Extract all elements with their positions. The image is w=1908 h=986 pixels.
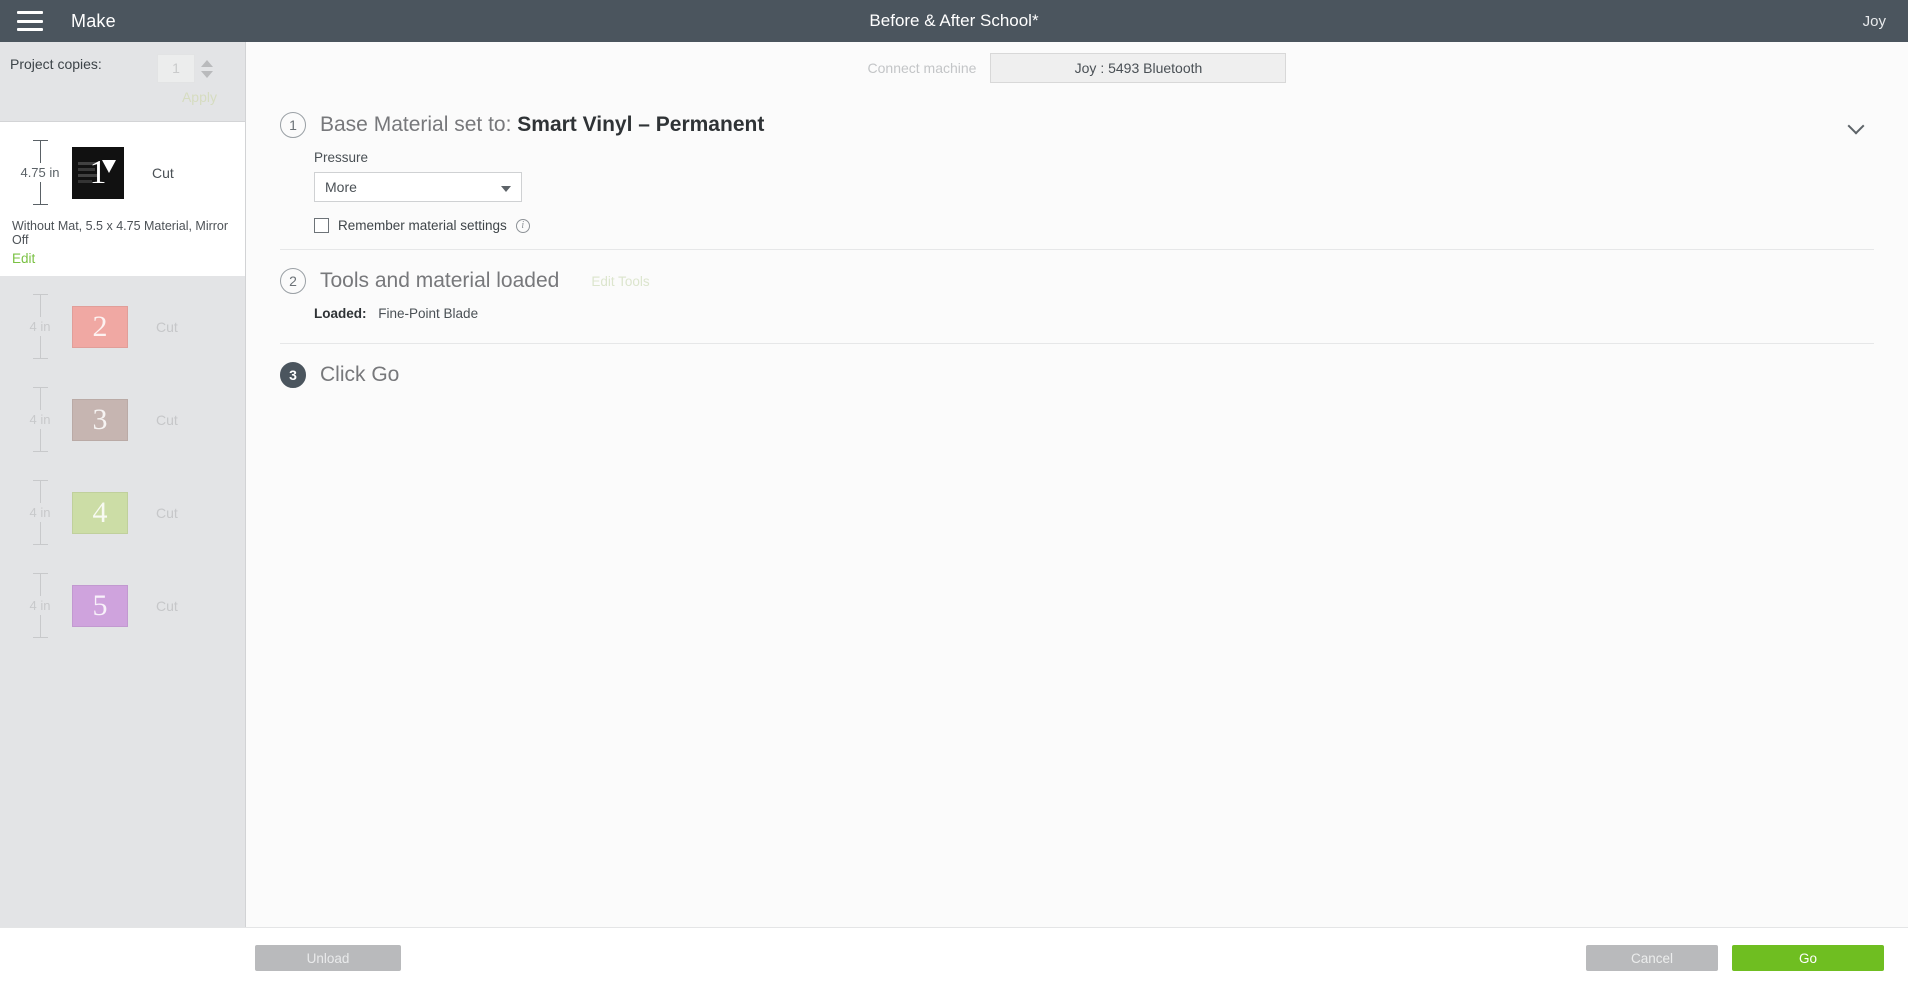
leaf-icon <box>102 159 116 173</box>
mat-dimension: 4 in <box>12 480 68 545</box>
pressure-select[interactable]: More <box>314 172 522 202</box>
dimension-tick-bottom-icon <box>32 629 48 638</box>
pressure-label: Pressure <box>314 150 369 165</box>
mat-dimension-label: 4 in <box>29 505 51 520</box>
step-click-go: 3 Click Go <box>280 344 1874 400</box>
step-number-3: 3 <box>280 362 306 388</box>
bottom-action-bar: Unload Cancel Go <box>0 927 1908 986</box>
dimension-tick-bottom-icon <box>32 536 48 545</box>
mat-dimension-label: 4.75 in <box>20 165 60 180</box>
connect-machine-label: Connect machine <box>867 60 977 76</box>
project-copies-panel: Project copies: 1 Apply <box>0 42 245 122</box>
title-bar: Make Before & After School* Joy <box>0 0 1908 42</box>
remember-material-settings-label: Remember material settings <box>338 218 507 233</box>
mat-thumbnail[interactable]: 5 <box>72 584 128 627</box>
step-number-1: 1 <box>280 112 306 138</box>
step-1-body: Pressure More Remember material settings… <box>280 150 1874 249</box>
connect-machine-bar: Connect machine Joy : 5493 Bluetooth <box>246 42 1908 94</box>
main-panel: Connect machine Joy : 5493 Bluetooth 1 B… <box>246 42 1908 927</box>
mat-row[interactable]: 4 in 5 Cut <box>0 555 245 648</box>
dimension-tick-bottom-icon <box>32 196 48 205</box>
step-title-prefix: Base Material set to: <box>320 113 512 136</box>
caret-down-icon <box>501 186 511 192</box>
mat-operation-label: Cut <box>152 164 174 181</box>
base-material-value: Smart Vinyl – Permanent <box>517 113 765 136</box>
edit-tools-button[interactable]: Edit Tools <box>591 274 649 289</box>
apply-copies-button[interactable]: Apply <box>182 89 217 105</box>
mat-row[interactable]: 4.75 in 1 Cut Without Mat, 5.5 x 4.75 Ma… <box>0 122 245 276</box>
dimension-tick-top-icon <box>32 140 48 149</box>
edit-mat-button[interactable]: Edit <box>12 251 233 266</box>
info-icon[interactable]: i <box>515 218 530 233</box>
step-title-2: Tools and material loaded <box>320 269 560 292</box>
stepper-up-icon[interactable] <box>201 59 213 67</box>
mat-number: 3 <box>92 402 108 436</box>
loaded-label: Loaded: <box>314 306 367 321</box>
steps-container: 1 Base Material set to: Smart Vinyl – Pe… <box>246 94 1908 400</box>
dimension-tick-bottom-icon <box>32 443 48 452</box>
stepper-down-icon[interactable] <box>201 70 213 78</box>
mat-dimension: 4 in <box>12 573 68 638</box>
mat-number: 2 <box>92 309 108 343</box>
mat-row[interactable]: 4 in 4 Cut <box>0 462 245 555</box>
mat-operation-label: Cut <box>156 597 178 614</box>
mat-list: 4.75 in 1 Cut Without Mat, 5.5 x 4.75 Ma… <box>0 122 245 648</box>
mat-sidebar: Project copies: 1 Apply 4.75 in 1 Cut Wi… <box>0 42 246 927</box>
step-number-2: 2 <box>280 268 306 294</box>
remember-material-settings-checkbox[interactable] <box>314 218 329 233</box>
mat-row[interactable]: 4 in 3 Cut <box>0 369 245 462</box>
mat-dimension: 4 in <box>12 294 68 359</box>
dimension-tick-top-icon <box>32 387 48 396</box>
mat-dimension: 4.75 in <box>12 140 68 205</box>
make-screen: Make Before & After School* Joy Project … <box>0 0 1908 986</box>
cancel-button[interactable]: Cancel <box>1586 945 1718 971</box>
mat-dimension-label: 4 in <box>29 598 51 613</box>
mat-material-summary: Without Mat, 5.5 x 4.75 Material, Mirror… <box>12 219 229 247</box>
machine-select[interactable]: Joy : 5493 Bluetooth <box>990 53 1287 83</box>
mat-thumbnail[interactable]: 3 <box>72 398 128 441</box>
page-title: Before & After School* <box>869 11 1039 30</box>
step-title-1: Base Material set to: Smart Vinyl – Perm… <box>320 113 764 137</box>
dimension-tick-bottom-icon <box>32 350 48 359</box>
dimension-tick-top-icon <box>32 294 48 303</box>
remember-settings-row: Remember material settings i <box>314 218 1874 233</box>
mat-number: 4 <box>92 495 108 529</box>
dimension-tick-top-icon <box>32 480 48 489</box>
app-mode-label: Make <box>71 10 116 31</box>
dimension-tick-top-icon <box>32 573 48 582</box>
loaded-tool-line: Loaded: Fine-Point Blade <box>280 306 1874 325</box>
mat-operation-label: Cut <box>156 411 178 428</box>
mat-row[interactable]: 4 in 2 Cut <box>0 276 245 369</box>
mat-thumbnail[interactable]: 1 <box>72 146 124 199</box>
step-title-3: Click Go <box>320 363 400 386</box>
unload-button[interactable]: Unload <box>255 945 401 971</box>
machine-select-value: Joy : 5493 Bluetooth <box>1074 60 1203 76</box>
mat-dimension: 4 in <box>12 387 68 452</box>
mat-dimension-label: 4 in <box>29 412 51 427</box>
account-menu[interactable]: Joy <box>1863 13 1886 30</box>
mat-operation-label: Cut <box>156 318 178 335</box>
mat-operation-label: Cut <box>156 504 178 521</box>
project-copies-stepper[interactable] <box>197 54 217 83</box>
go-button[interactable]: Go <box>1732 945 1884 971</box>
step-tools-loaded: 2 Tools and material loaded Edit Tools L… <box>280 250 1874 344</box>
project-copies-label: Project copies: <box>10 56 102 72</box>
mat-dimension-label: 4 in <box>29 319 51 334</box>
mat-number: 5 <box>92 588 108 622</box>
chevron-down-icon[interactable] <box>1848 118 1864 134</box>
mat-thumbnail[interactable]: 4 <box>72 491 128 534</box>
mat-thumbnail[interactable]: 2 <box>72 305 128 348</box>
loaded-tool-value: Fine-Point Blade <box>378 306 479 321</box>
step-base-material: 1 Base Material set to: Smart Vinyl – Pe… <box>280 94 1874 250</box>
hamburger-icon[interactable] <box>17 11 43 31</box>
project-copies-input[interactable]: 1 <box>157 54 195 83</box>
pressure-value: More <box>325 179 357 195</box>
